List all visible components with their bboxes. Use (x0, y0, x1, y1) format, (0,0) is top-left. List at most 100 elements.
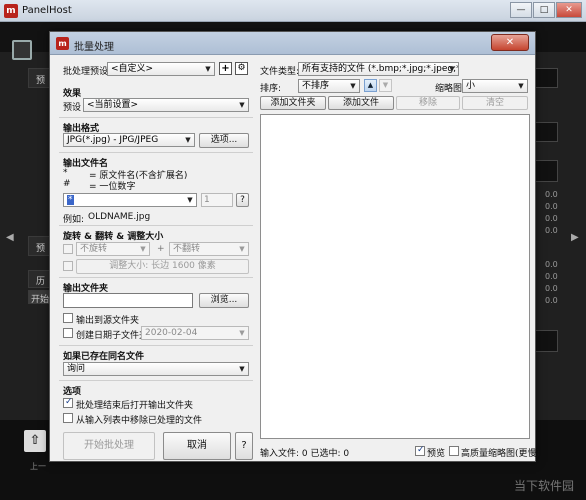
date-folder-select[interactable]: 2020-02-04 ▼ (141, 326, 249, 340)
preview-checkbox[interactable] (415, 445, 425, 456)
resize-button[interactable]: 调整大小: 长边 1600 像素 (76, 259, 249, 274)
add-file-button[interactable]: 添加文件 (328, 96, 394, 110)
bg-num: 0.0 (545, 284, 558, 293)
right-pane: 文件类型: 所有支持的文件 (*.bmp;*.jpg;*.jpeg;*.png;… (260, 57, 540, 459)
rotate-select[interactable]: 不旋转 ▼ (76, 242, 150, 256)
filename-help-button[interactable]: ? (236, 193, 249, 207)
bg-num: 0.0 (545, 214, 558, 223)
effects-preset-select[interactable]: <当前设置> ▼ (83, 98, 249, 112)
preset-select-value: <自定义> (111, 64, 154, 74)
dialog-logo-icon: m (56, 37, 69, 50)
thumbnail-select[interactable]: 小 ▼ (462, 79, 528, 93)
sort-select[interactable]: 不排序 ▼ (298, 79, 360, 93)
start-batch-button[interactable]: 开始批处理 (63, 432, 155, 460)
bg-right-bar-1 (535, 68, 558, 88)
divider (59, 277, 253, 278)
preview-label: 预览 (427, 449, 446, 459)
app-menu-icon[interactable] (12, 40, 32, 60)
add-preset-button[interactable]: + (219, 62, 232, 75)
divider (59, 152, 253, 153)
sort-descending-icon[interactable]: ▼ (379, 79, 392, 92)
thumbnail-select-value: 小 (466, 81, 476, 91)
filename-pattern-value: * (67, 195, 74, 205)
rotate-checkbox[interactable] (63, 244, 73, 254)
preset-settings-button[interactable]: ⚙ (235, 62, 248, 75)
effects-preset-select-value: <当前设置> (87, 100, 139, 110)
browse-button[interactable]: 浏览... (199, 293, 249, 308)
upload-icon[interactable]: ⇧ (24, 430, 46, 452)
left-arrow-icon[interactable]: ◀ (6, 232, 14, 243)
chevron-down-icon: ▼ (239, 329, 245, 337)
bg-right-bar-3 (535, 160, 558, 182)
bg-num: 0.0 (545, 226, 558, 235)
chevron-down-icon: ▼ (449, 65, 455, 73)
clear-button[interactable]: 清空 (462, 96, 528, 110)
remove-button[interactable]: 移除 (396, 96, 460, 110)
chevron-down-icon: ▼ (185, 136, 191, 144)
create-date-folder-checkbox[interactable] (63, 328, 73, 338)
chevron-down-icon: ▼ (187, 196, 193, 204)
file-list[interactable] (260, 114, 530, 439)
sort-label: 排序: (260, 84, 282, 94)
output-format-select-value: JPG(*.jpg) - JPG/JPEG (67, 135, 159, 145)
if-exists-select[interactable]: 询问 ▼ (63, 362, 249, 376)
divider (59, 117, 253, 118)
file-type-label: 文件类型: (260, 67, 300, 77)
format-options-button[interactable]: 选项... (199, 133, 249, 148)
divider (59, 380, 253, 381)
left-pane: 批处理预设 <自定义> ▼ + ⚙ 效果 预设 <当前设置> ▼ 输出格式 JP… (59, 57, 253, 460)
rotate-select-value: 不旋转 (80, 244, 108, 254)
preset-select[interactable]: <自定义> ▼ (107, 62, 215, 76)
output-folder-field[interactable] (63, 293, 193, 308)
divider (59, 345, 253, 346)
if-exists-title: 如果已存在同名文件 (63, 352, 145, 362)
thumbnail-label: 缩略图: (435, 84, 466, 94)
open-folder-checkbox[interactable] (63, 397, 73, 408)
watermark: 当下软件园 (513, 479, 574, 493)
minimize-button[interactable]: — (510, 2, 532, 18)
divider (59, 225, 253, 226)
sort-ascending-icon[interactable]: ▲ (364, 79, 377, 92)
maximize-button[interactable]: □ (533, 2, 555, 18)
date-folder-select-value: 2020-02-04 (145, 328, 198, 338)
effects-preset-label: 预设 (63, 103, 82, 113)
output-to-source-checkbox[interactable] (63, 313, 73, 323)
bg-label-prev: 上一 (30, 462, 46, 471)
bg-right-bar-4 (535, 330, 558, 352)
bg-label-history: 历 (36, 277, 46, 287)
batch-dialog: m 批量处理 ✕ 批处理预设 <自定义> ▼ + ⚙ 效果 预设 <当前设置> … (49, 31, 540, 462)
flip-select[interactable]: 不翻转 ▼ (169, 242, 249, 256)
app-logo-icon: m (4, 4, 18, 18)
bg-num: 0.0 (545, 272, 558, 281)
help-button[interactable]: ? (235, 432, 253, 460)
app-titlebar: m PanelHost — □ ✕ (0, 0, 586, 22)
remove-processed-checkbox[interactable] (63, 413, 73, 423)
filename-pattern-combo[interactable]: * ▼ (63, 193, 197, 207)
chevron-down-icon: ▼ (239, 365, 245, 373)
hq-thumbnails-checkbox[interactable] (449, 446, 459, 456)
flip-select-value: 不翻转 (173, 244, 201, 254)
dialog-titlebar: m 批量处理 ✕ (50, 32, 535, 55)
sort-select-value: 不排序 (302, 81, 330, 91)
bg-num: 0.0 (545, 260, 558, 269)
bg-label-preset: 预 (36, 76, 46, 86)
chevron-down-icon: ▼ (205, 65, 211, 73)
example-value: OLDNAME.jpg (88, 212, 151, 222)
right-arrow-icon[interactable]: ▶ (571, 232, 579, 243)
file-type-select[interactable]: 所有支持的文件 (*.bmp;*.jpg;*.jpeg;*.png;* ▼ (298, 62, 459, 76)
output-format-select[interactable]: JPG(*.jpg) - JPG/JPEG ▼ (63, 133, 195, 147)
add-folder-button[interactable]: 添加文件夹 (260, 96, 326, 110)
bg-num: 0.0 (545, 296, 558, 305)
bg-right-bar-2 (535, 122, 558, 142)
resize-checkbox[interactable] (63, 261, 73, 271)
dialog-close-button[interactable]: ✕ (491, 34, 529, 51)
app-title: PanelHost (22, 5, 72, 16)
start-number-field[interactable]: 1 (201, 193, 233, 207)
legend-hash: # (63, 179, 71, 189)
cancel-button[interactable]: 取消 (163, 432, 231, 460)
app-close-button[interactable]: ✕ (556, 2, 582, 18)
bg-label-start: 开始 (31, 295, 50, 305)
create-date-folder-label: 创建日期子文件夹 (76, 331, 149, 341)
if-exists-select-value: 询问 (67, 364, 86, 374)
file-type-select-value: 所有支持的文件 (*.bmp;*.jpg;*.jpeg;*.png;* (302, 64, 458, 74)
